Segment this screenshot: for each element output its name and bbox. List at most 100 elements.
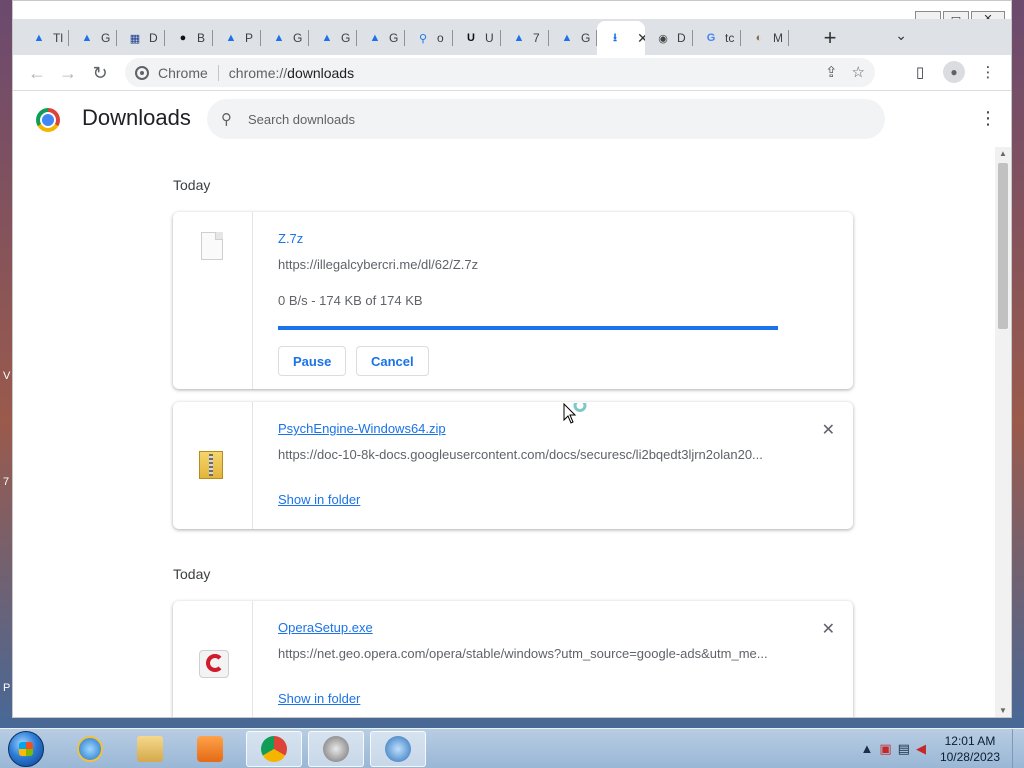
browser-tab[interactable]: ▲ G	[261, 21, 309, 55]
browser-tab[interactable]: ▲ G	[309, 21, 357, 55]
taskbar-app[interactable]	[370, 731, 426, 767]
desktop-text-fragment: V	[3, 370, 11, 382]
downloads-header: Downloads ⚲ ⋮	[13, 91, 1011, 147]
download-progress-bar	[278, 326, 778, 330]
close-tab-icon[interactable]: ✕	[637, 30, 645, 47]
tab-title: G	[101, 31, 111, 45]
google-drive-icon: ▲	[513, 32, 525, 44]
taskbar-media-player[interactable]	[182, 731, 238, 767]
new-tab-button[interactable]: +	[818, 25, 842, 51]
google-drive-icon: ▲	[81, 32, 93, 44]
vmware-icon: ▦	[129, 32, 141, 45]
browser-tab[interactable]: ▲ G	[549, 21, 597, 55]
windows-taskbar: ▲ ▣ ▤ ◀ 12:01 AM 10/28/2023	[0, 728, 1024, 768]
browser-tab[interactable]: ⚲ o	[405, 21, 453, 55]
search-icon: ⚲	[221, 111, 232, 128]
chrome-logo-icon	[36, 108, 60, 132]
chrome-menu-icon[interactable]: ⋮	[977, 61, 999, 83]
browser-tab[interactable]: ⭳ ✕	[597, 21, 645, 55]
scroll-up-arrow-icon[interactable]: ▲	[999, 149, 1007, 158]
desktop-text-fragment: P	[3, 682, 11, 694]
browser-tab[interactable]: ▲ 7	[501, 21, 549, 55]
generic-file-icon	[201, 232, 223, 260]
browser-tab[interactable]: ▦ D	[117, 21, 165, 55]
browser-tab[interactable]: ● B	[165, 21, 213, 55]
tab-title: U	[485, 31, 494, 45]
profile-avatar[interactable]: ●	[943, 61, 965, 83]
download-item: OperaSetup.exe https://net.geo.opera.com…	[173, 601, 853, 717]
browser-tab[interactable]: ◉ D	[645, 21, 693, 55]
google-drive-icon: ▲	[33, 32, 45, 44]
page-title: Downloads	[82, 105, 191, 130]
file-name[interactable]: OperaSetup.exe	[278, 620, 373, 635]
tray-icons: ▲ ▣ ▤ ◀	[860, 741, 925, 757]
file-name[interactable]: Z.7z	[278, 231, 303, 246]
back-button[interactable]: ←	[25, 61, 49, 85]
mouse-cursor-busy-icon	[563, 403, 587, 424]
tab-title: tc	[725, 31, 735, 45]
browser-tab[interactable]: ◐ M	[741, 21, 789, 55]
browser-tab[interactable]: ▲ G	[69, 21, 117, 55]
github-icon: ●	[179, 32, 187, 44]
reload-button[interactable]: ↻	[88, 61, 112, 85]
app-icon: ◐	[755, 32, 763, 44]
remove-item-icon[interactable]: ✕	[822, 420, 835, 440]
google-drive-icon: ▲	[369, 32, 381, 44]
share-icon[interactable]: ⇪	[825, 63, 838, 81]
google-drive-icon: ▲	[561, 32, 573, 44]
scroll-down-arrow-icon[interactable]: ▼	[999, 706, 1007, 715]
network-icon[interactable]: ▣	[879, 741, 891, 757]
tab-search-button[interactable]: ⌄	[895, 27, 907, 44]
pause-button[interactable]: Pause	[278, 346, 347, 376]
tabs: ▲ Tl ▲ G ▦ D ● B ▲ P ▲ G ▲ G ▲ G ⚲ o U U ▲ 7 ▲ G ⭳ ✕ ◉ D Gtc ◐ M	[21, 21, 789, 55]
taskbar-internet-explorer[interactable]	[62, 731, 118, 767]
taskbar-clock[interactable]: 12:01 AM 10/28/2023	[940, 733, 1000, 765]
taskbar-file-explorer[interactable]	[122, 731, 178, 767]
show-in-folder-link[interactable]: Show in folder	[278, 492, 360, 507]
tab-strip: ▲ Tl ▲ G ▦ D ● B ▲ P ▲ G ▲ G ▲ G ⚲ o U U ▲ 7 ▲ G ⭳ ✕ ◉ D Gtc ◐ M + ⌄	[13, 19, 1011, 55]
browser-tab[interactable]: UU	[453, 21, 501, 55]
tab-title: G	[581, 31, 591, 45]
address-bar[interactable]: Chrome chrome:// downloads ⇪ ☆	[125, 58, 875, 87]
volume-muted-icon[interactable]: ◀	[916, 741, 926, 757]
forward-button[interactable]: →	[56, 61, 80, 85]
tab-title: G	[389, 31, 399, 45]
address-url-host: downloads	[287, 64, 355, 81]
taskbar-chrome[interactable]	[246, 731, 302, 767]
opera-installer-icon	[199, 650, 229, 678]
remove-item-icon[interactable]: ✕	[822, 619, 835, 639]
show-in-folder-link[interactable]: Show in folder	[278, 691, 360, 706]
internet-explorer-icon	[77, 736, 103, 762]
browser-tab[interactable]: ▲ Tl	[21, 21, 69, 55]
cancel-button[interactable]: Cancel	[356, 346, 429, 376]
download-item: Z.7z https://illegalcybercri.me/dl/62/Z.…	[173, 212, 853, 389]
browser-tab[interactable]: Gtc	[693, 21, 741, 55]
uptodown-icon: U	[467, 32, 475, 44]
file-name[interactable]: PsychEngine-Windows64.zip	[278, 421, 446, 436]
downloads-menu-icon[interactable]: ⋮	[979, 109, 997, 127]
page-scrollbar[interactable]: ▲ ▼	[995, 147, 1011, 717]
tab-title: B	[197, 31, 206, 45]
scrollbar-thumb[interactable]	[998, 163, 1008, 329]
file-icon-column	[173, 212, 253, 389]
start-button[interactable]	[8, 731, 44, 767]
tray-chevron-icon[interactable]: ▲	[860, 741, 873, 757]
downloads-page: Downloads ⚲ ⋮ Today Z.7z https://illegal…	[13, 91, 1011, 717]
download-icon: ⭳	[613, 31, 617, 44]
tab-title: P	[245, 31, 254, 45]
tab-title: D	[149, 31, 158, 45]
battery-icon[interactable]: ▤	[898, 741, 910, 757]
app-icon	[323, 736, 349, 762]
chrome-scheme-icon	[135, 65, 149, 80]
side-panel-icon[interactable]: ▯	[909, 61, 931, 83]
date-group-label: Today	[173, 177, 211, 193]
search-input[interactable]	[248, 111, 808, 127]
taskbar-app[interactable]	[308, 731, 364, 767]
toolbar-right: ▯ ● ⋮	[909, 61, 999, 83]
show-desktop-button[interactable]	[1012, 729, 1024, 768]
steam-icon: ◉	[658, 32, 668, 45]
browser-tab[interactable]: ▲ G	[357, 21, 405, 55]
browser-tab[interactable]: ▲ P	[213, 21, 261, 55]
bookmark-star-icon[interactable]: ☆	[852, 63, 865, 81]
file-explorer-icon	[137, 736, 163, 762]
